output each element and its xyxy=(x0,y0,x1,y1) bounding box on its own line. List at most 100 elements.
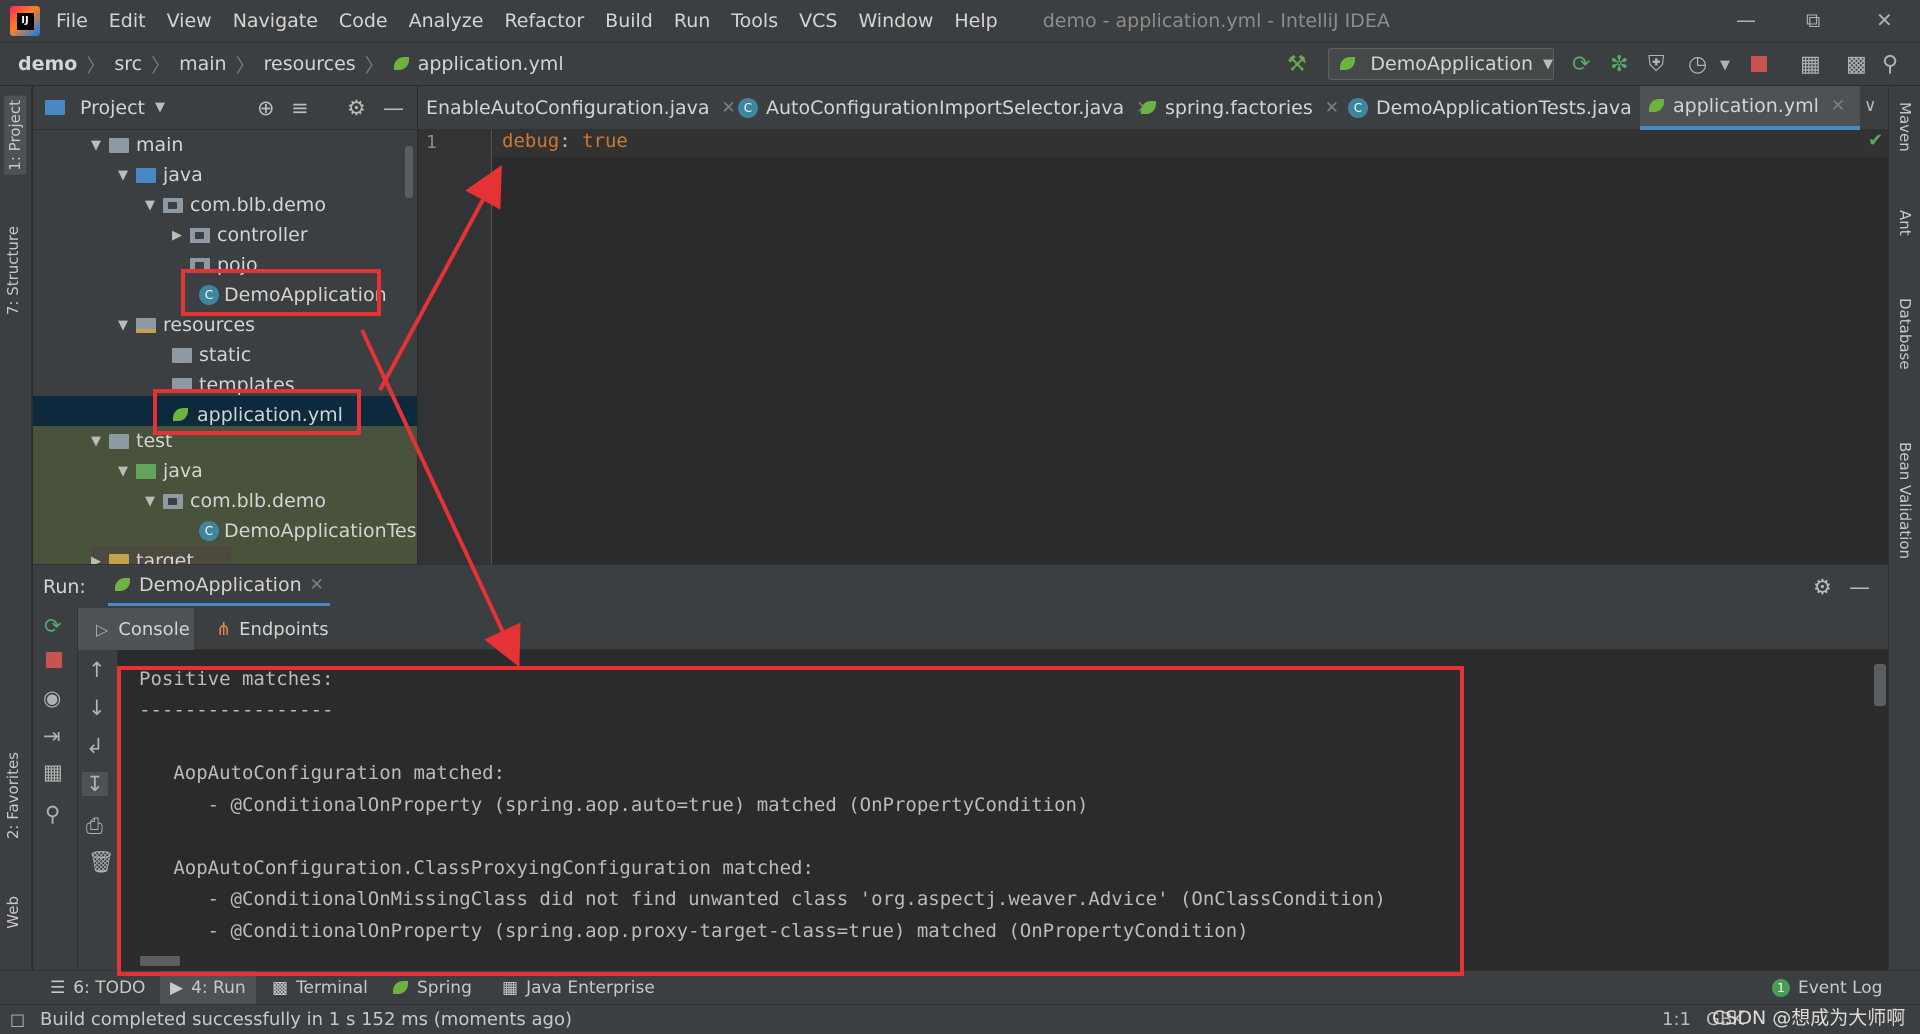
rerun-icon[interactable]: ⟳ xyxy=(1572,52,1590,77)
menu-view[interactable]: View xyxy=(167,10,212,32)
rerun-icon[interactable]: ⟳ xyxy=(44,614,62,638)
trash-icon[interactable]: 🗑 xyxy=(88,850,115,875)
code-line-1[interactable]: debug: true xyxy=(502,130,628,152)
tab-demoapplicationtests[interactable]: CDemoApplicationTests.java✕ xyxy=(1340,86,1658,130)
tool-tab-bean-validation[interactable]: Bean Validation xyxy=(1896,442,1914,559)
tree-node-java[interactable]: ▼ java xyxy=(118,160,203,190)
hide-panel-icon[interactable]: — xyxy=(1849,575,1870,599)
close-tab-icon[interactable]: ✕ xyxy=(310,575,324,595)
tool-tab-ant[interactable]: Ant xyxy=(1896,210,1914,236)
hide-panel-icon[interactable]: — xyxy=(383,96,404,120)
menu-vcs[interactable]: VCS xyxy=(799,10,837,32)
window-title: demo - application.yml - IntelliJ IDEA xyxy=(1042,10,1390,32)
stop-icon[interactable] xyxy=(1751,56,1767,72)
tool-tab-favorites[interactable]: 2: Favorites xyxy=(4,752,22,839)
profile-dropdown-icon[interactable]: ▼ xyxy=(1720,58,1730,73)
tree-node-static[interactable]: static xyxy=(172,340,251,370)
tab-list-chevron-icon[interactable]: ∨ xyxy=(1864,96,1876,116)
tree-node-test-package[interactable]: ▼ com.blb.demo xyxy=(145,486,326,516)
tree-node-test-java[interactable]: ▼ java xyxy=(118,456,203,486)
tree-node-controller[interactable]: ▶ controller xyxy=(172,220,308,250)
gear-icon[interactable]: ⚙ xyxy=(1813,575,1832,599)
chevron-down-icon[interactable]: ▼ xyxy=(155,100,165,115)
breadcrumb-src[interactable]: src xyxy=(114,53,142,75)
coverage-icon[interactable]: ⛨ xyxy=(1648,52,1665,77)
tree-scrollbar[interactable] xyxy=(405,146,413,198)
tab-enableautoconfiguration[interactable]: EnableAutoConfiguration.java ✕ xyxy=(418,86,736,130)
toggle-tool-windows-icon[interactable]: □ xyxy=(10,1010,25,1029)
menu-code[interactable]: Code xyxy=(339,10,388,32)
close-window-icon[interactable]: ✕ xyxy=(1876,8,1893,32)
menu-file[interactable]: File xyxy=(56,10,88,32)
scroll-to-end-icon[interactable]: ↧ xyxy=(82,772,108,796)
tool-tab-todo[interactable]: ☰ 6: TODO xyxy=(50,971,145,1005)
menu-build[interactable]: Build xyxy=(605,10,653,32)
profile-icon[interactable]: ◷ xyxy=(1688,52,1707,77)
locate-icon[interactable]: ⊕ xyxy=(257,96,275,120)
menu-refactor[interactable]: Refactor xyxy=(504,10,584,32)
tree-node-main[interactable]: ▼ main xyxy=(91,130,183,160)
tool-tab-maven[interactable]: Maven xyxy=(1896,102,1914,152)
tree-node-package[interactable]: ▼ com.blb.demo xyxy=(145,190,326,220)
breadcrumb-resources[interactable]: resources xyxy=(264,53,356,75)
breadcrumb-main[interactable]: main xyxy=(179,53,226,75)
menu-edit[interactable]: Edit xyxy=(109,10,146,32)
code-editor[interactable] xyxy=(493,130,1888,564)
terminal-icon: ▩ xyxy=(272,978,289,998)
class-icon: C xyxy=(738,98,758,118)
tool-tab-spring[interactable]: Spring xyxy=(392,971,472,1005)
tree-node-target[interactable]: ▶ target xyxy=(91,546,231,564)
project-structure-icon[interactable]: ▦ xyxy=(1800,52,1821,77)
tab-console[interactable]: ▷ Console xyxy=(78,608,194,650)
tab-endpoints[interactable]: ⋔ Endpoints xyxy=(216,608,329,650)
tool-tab-database[interactable]: Database xyxy=(1896,298,1914,370)
project-panel-title[interactable]: Project xyxy=(80,97,145,119)
tab-application-yml[interactable]: application.yml ✕ xyxy=(1640,86,1860,130)
run-tab-demoapplication[interactable]: DemoApplication ✕ xyxy=(108,566,330,606)
tab-spring-factories[interactable]: spring.factories ✕ xyxy=(1132,86,1339,130)
stop-icon[interactable] xyxy=(46,652,62,668)
chevron-down-icon: ▼ xyxy=(1543,56,1553,72)
exit-icon[interactable]: ⇥ xyxy=(43,724,61,748)
menu-run[interactable]: Run xyxy=(674,10,710,32)
menu-window[interactable]: Window xyxy=(858,10,933,32)
menu-tools[interactable]: Tools xyxy=(731,10,778,32)
close-tab-icon[interactable]: ✕ xyxy=(1831,96,1845,116)
breadcrumb-demo[interactable]: demo xyxy=(18,53,77,75)
right-tool-stripe: Maven Ant Database Bean Validation xyxy=(1888,86,1920,970)
menu-analyze[interactable]: Analyze xyxy=(409,10,484,32)
annotation-box-application-yml xyxy=(153,389,361,435)
gear-icon[interactable]: ⚙ xyxy=(347,96,366,120)
menu-help[interactable]: Help xyxy=(954,10,997,32)
console-scrollbar[interactable] xyxy=(1874,664,1886,706)
tool-tab-java-enterprise[interactable]: ▦ Java Enterprise xyxy=(502,971,655,1005)
soft-wrap-icon[interactable]: ↲ xyxy=(86,734,104,758)
collapse-all-icon[interactable]: ≡ xyxy=(291,96,309,120)
scroll-down-icon[interactable]: ↓ xyxy=(88,696,106,720)
print-icon[interactable]: ⎙ xyxy=(86,814,103,839)
tool-tab-terminal[interactable]: ▩ Terminal xyxy=(272,971,368,1005)
close-tab-icon[interactable]: ✕ xyxy=(1325,98,1339,118)
tool-tab-event-log[interactable]: 1 Event Log xyxy=(1772,971,1882,1005)
tool-tab-structure[interactable]: 7: Structure xyxy=(4,226,22,315)
menu-navigate[interactable]: Navigate xyxy=(233,10,318,32)
run-config-selector[interactable]: DemoApplication ▼ xyxy=(1328,48,1554,80)
tool-tab-run[interactable]: ▶ 4: Run xyxy=(160,971,256,1005)
minimize-icon[interactable]: — xyxy=(1736,8,1756,32)
tree-node-demoapplicationtests[interactable]: C DemoApplicationTests xyxy=(199,516,417,546)
caret-position[interactable]: 1:1 xyxy=(1662,1009,1691,1030)
pin-icon[interactable]: ⚲ xyxy=(45,802,60,826)
debug-bug-icon[interactable]: ✼ xyxy=(1610,52,1628,77)
build-hammer-icon[interactable]: ⚒ xyxy=(1287,52,1307,77)
search-icon[interactable]: ⚲ xyxy=(1882,52,1898,77)
layout-icon[interactable]: ▦ xyxy=(43,760,63,784)
tool-tab-project[interactable]: 1: Project xyxy=(4,96,26,175)
camera-icon[interactable]: ◉ xyxy=(43,686,61,710)
restore-icon[interactable]: ⧉ xyxy=(1806,8,1820,32)
breadcrumb-application-yml[interactable]: application.yml xyxy=(418,53,564,75)
tab-autoconfigurationimportselector[interactable]: C AutoConfigurationImportSelector.java ✕ xyxy=(730,86,1150,130)
tool-tab-web[interactable]: Web xyxy=(4,896,22,929)
terminal-window-icon[interactable]: ▩ xyxy=(1846,52,1867,77)
inspection-ok-icon[interactable]: ✔ xyxy=(1868,130,1883,151)
scroll-up-icon[interactable]: ↑ xyxy=(88,658,106,682)
